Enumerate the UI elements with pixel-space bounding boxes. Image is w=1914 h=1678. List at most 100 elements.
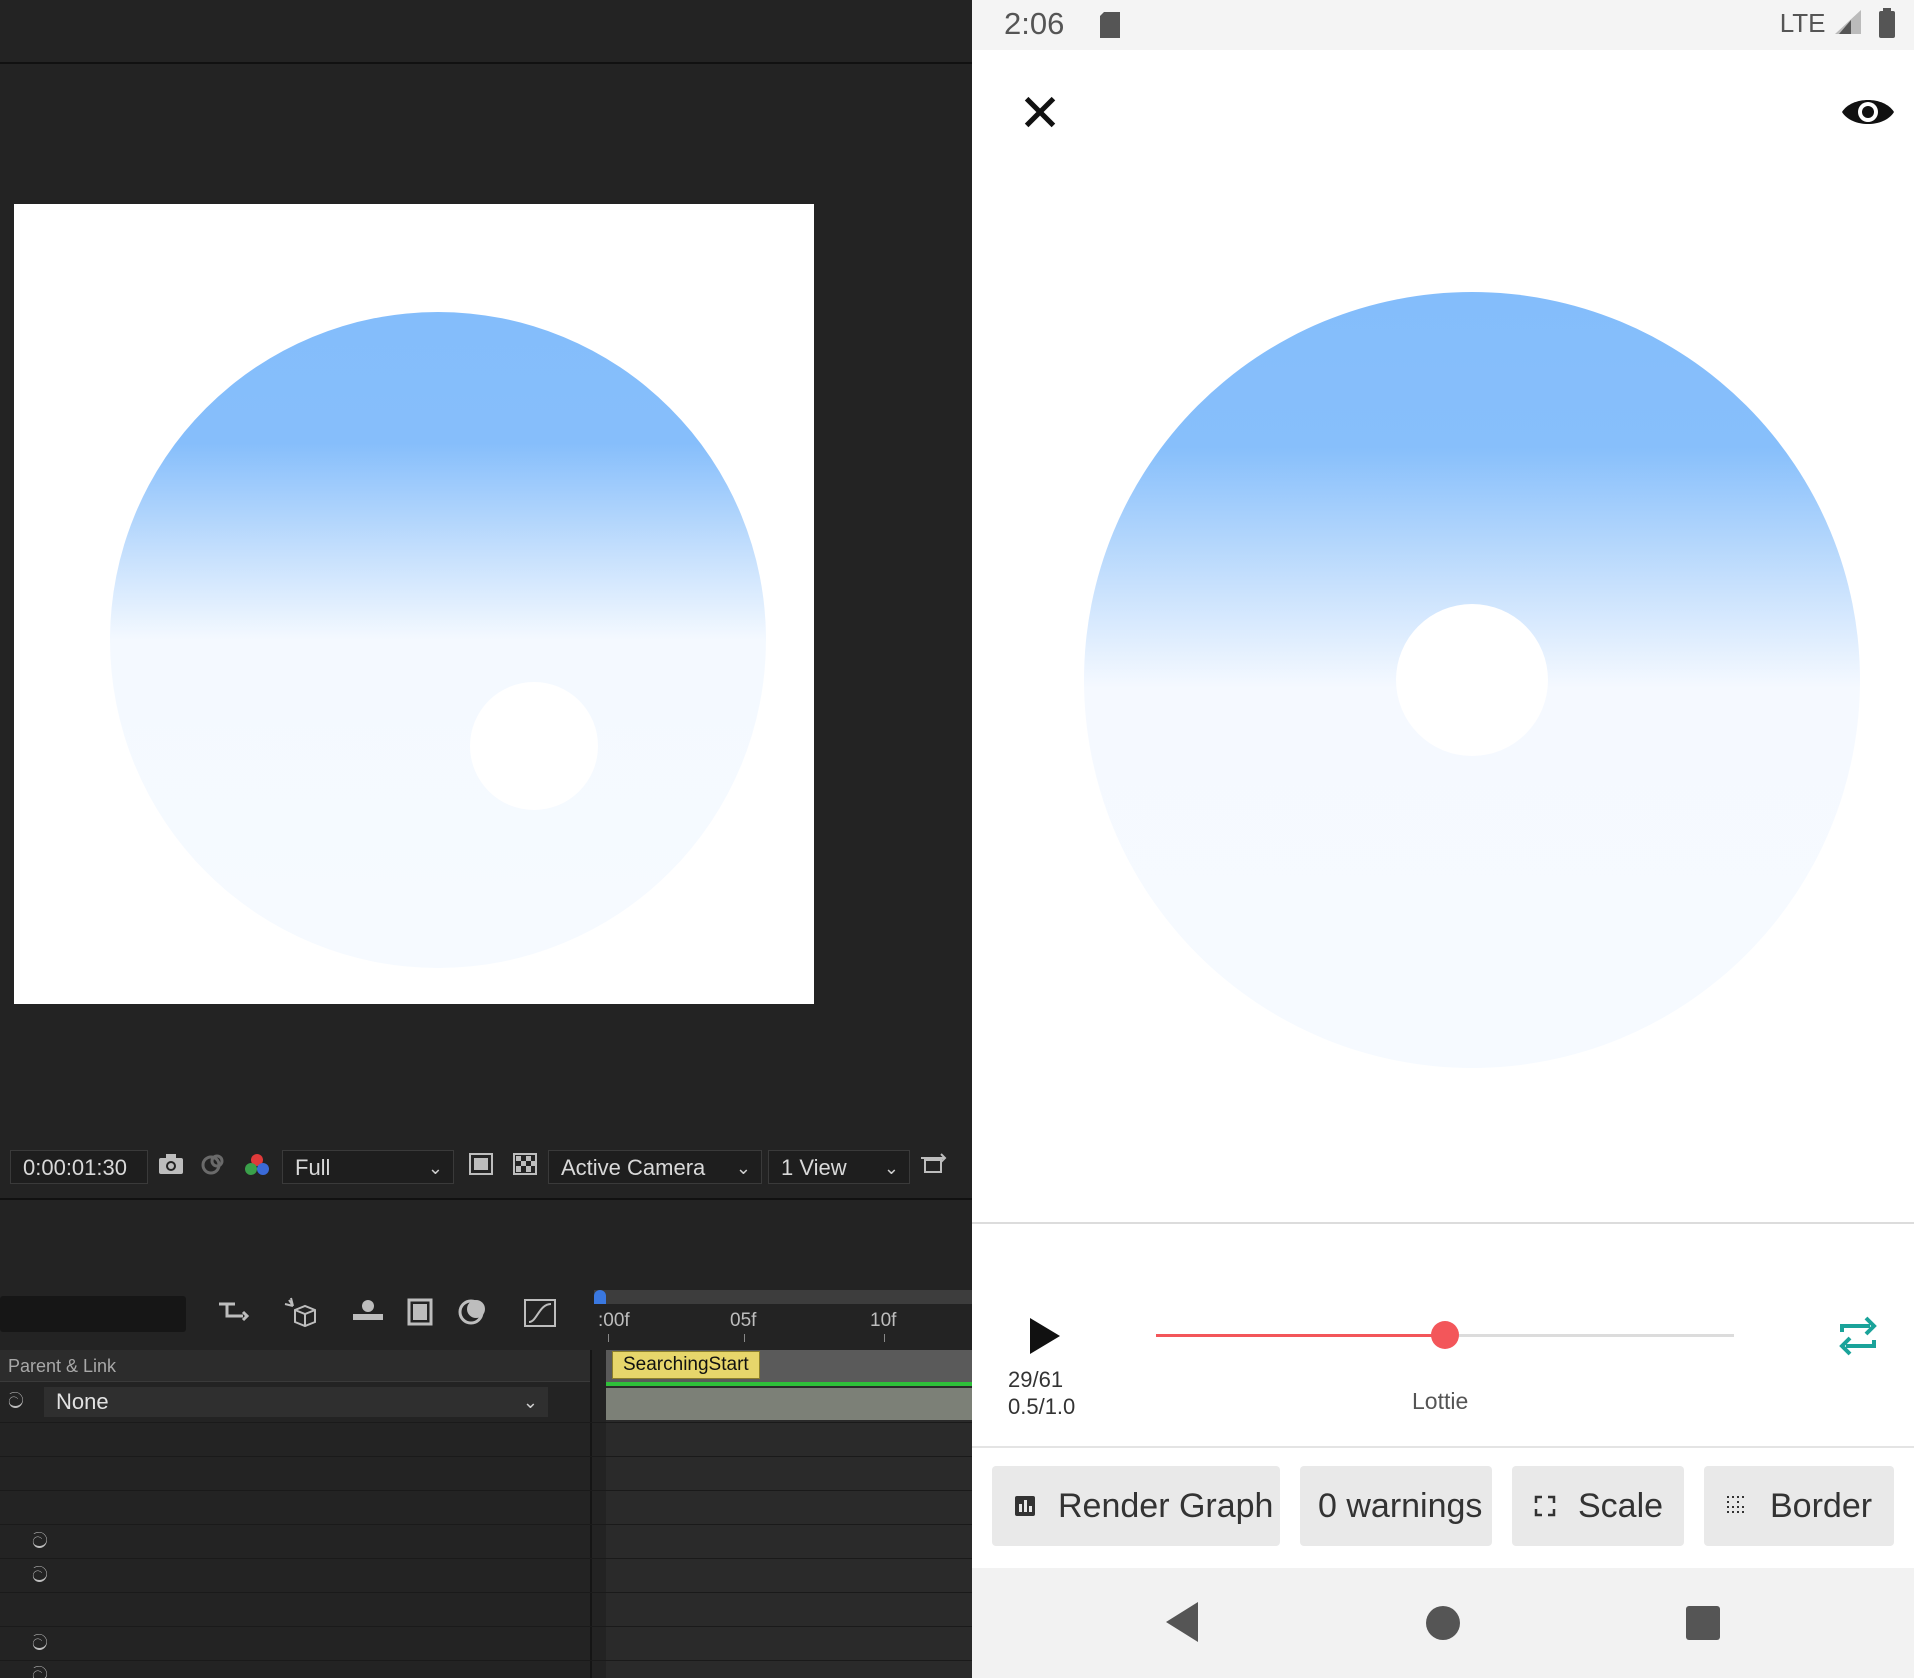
marker-row: SearchingStart (606, 1350, 972, 1382)
chip-label: Scale (1578, 1487, 1664, 1525)
row-divider (0, 1490, 972, 1491)
row-divider (0, 1592, 972, 1593)
composition-canvas[interactable] (14, 204, 814, 1004)
status-time: 2:06 (1004, 6, 1065, 41)
pick-whip-icon[interactable]: ට (8, 1388, 24, 1414)
parent-value: None (56, 1389, 109, 1414)
tick-mark (608, 1334, 609, 1342)
row-divider (0, 1660, 972, 1661)
seek-bar-progress (1156, 1334, 1445, 1337)
pick-whip-icon[interactable]: ට (32, 1630, 48, 1656)
row-divider (0, 1422, 972, 1423)
transparency-grid-icon[interactable] (510, 1152, 540, 1182)
bar-chart-icon (1010, 1468, 1040, 1548)
after-effects-panel: 0:00:01:30 Full ⌄ Active Camera ⌄ 1 View… (0, 0, 972, 1678)
layer-track-area[interactable]: SearchingStart (606, 1350, 972, 1678)
draft-3d-icon[interactable] (282, 1296, 318, 1332)
control-chips: Render Graph 0 warnings Scale Border (972, 1448, 1914, 1568)
toggle-view-icon[interactable] (918, 1152, 948, 1182)
motion-blur-icon[interactable] (456, 1296, 492, 1332)
disc-center-hole (1396, 604, 1548, 756)
layer-search-input[interactable] (0, 1296, 186, 1332)
chevron-down-icon: ⌄ (735, 1158, 751, 1178)
region-of-interest-icon[interactable] (466, 1152, 496, 1182)
row-divider (0, 1558, 972, 1559)
frame-counter: 29/61 (1008, 1367, 1064, 1392)
repeat-icon[interactable] (1834, 1312, 1882, 1360)
eye-icon[interactable] (1840, 92, 1896, 132)
layer-row[interactable]: ට None ⌄ (0, 1386, 590, 1418)
home-icon[interactable] (1426, 1606, 1460, 1640)
camera-snapshot-icon[interactable] (156, 1152, 186, 1182)
back-icon[interactable] (1166, 1602, 1198, 1642)
gradient-disc (110, 312, 766, 968)
frame-blending-icon[interactable] (402, 1296, 438, 1332)
lottie-animation-view[interactable] (1084, 292, 1860, 1068)
comp-flowchart-icon[interactable] (216, 1296, 252, 1332)
pick-whip-icon[interactable]: ට (32, 1528, 48, 1554)
app-bar: ✕ (972, 50, 1914, 180)
battery-icon (1879, 8, 1895, 38)
sd-card-icon (1098, 10, 1122, 45)
row-divider (0, 1456, 972, 1457)
camera-dropdown[interactable]: Active Camera ⌄ (548, 1150, 762, 1184)
frame-info: 29/61 0.5/1.0 (1008, 1366, 1075, 1420)
chip-label: Render Graph (1058, 1487, 1274, 1525)
resolution-value: Full (295, 1155, 331, 1180)
disc-center-hole (470, 682, 598, 810)
tick-label: 05f (730, 1310, 757, 1331)
resolution-dropdown[interactable]: Full ⌄ (282, 1150, 454, 1184)
pick-whip-icon[interactable]: ට (32, 1662, 48, 1678)
chevron-down-icon: ⌄ (427, 1158, 443, 1178)
scale-chip[interactable]: Scale (1512, 1466, 1684, 1546)
views-dropdown[interactable]: 1 View ⌄ (768, 1150, 910, 1184)
composition-tab-bar (0, 0, 972, 64)
navigation-bar (972, 1568, 1914, 1678)
tick-label: :00f (598, 1310, 630, 1331)
network-type: LTE (1779, 8, 1826, 38)
graph-editor-icon[interactable] (522, 1296, 558, 1332)
comp-marker-label[interactable]: SearchingStart (612, 1351, 760, 1379)
tick-mark (744, 1334, 745, 1342)
pick-whip-icon[interactable]: ට (32, 1562, 48, 1588)
row-divider (0, 1524, 972, 1525)
progress-readout: 0.5/1.0 (1008, 1394, 1076, 1419)
current-time-indicator[interactable] (594, 1290, 606, 1304)
layer-duration-bar[interactable] (606, 1388, 972, 1420)
timecode-field[interactable]: 0:00:01:30 (10, 1150, 148, 1184)
chip-label: 0 warnings (1318, 1487, 1483, 1525)
signal-icon (1834, 10, 1861, 34)
tick-mark (884, 1334, 885, 1342)
border-chip[interactable]: Border (1704, 1466, 1894, 1546)
android-screen: 2:06 LTE ✕ 29/61 0.5/1.0 Lottie Render G… (972, 0, 1914, 1678)
timeline-divider[interactable] (590, 1350, 592, 1678)
divider (972, 1222, 1914, 1224)
seek-bar-thumb[interactable] (1431, 1321, 1459, 1349)
work-area-bar[interactable] (594, 1290, 972, 1304)
work-area-indicator (606, 1382, 972, 1386)
chevron-down-icon: ⌄ (883, 1158, 899, 1178)
render-graph-chip[interactable]: Render Graph (992, 1466, 1280, 1546)
animation-name: Lottie (1412, 1388, 1469, 1414)
views-value: 1 View (781, 1155, 847, 1180)
seek-bar[interactable] (1156, 1321, 1734, 1349)
row-divider (0, 1626, 972, 1627)
chip-label: Border (1770, 1487, 1873, 1525)
shy-layers-icon[interactable] (350, 1296, 386, 1332)
time-ruler[interactable]: :00f 05f 10f (594, 1290, 972, 1344)
recents-icon[interactable] (1686, 1606, 1720, 1640)
border-grid-icon (1722, 1468, 1752, 1548)
status-right: LTE (1780, 8, 1896, 39)
close-icon[interactable]: ✕ (1016, 88, 1064, 140)
play-icon[interactable] (1030, 1318, 1060, 1354)
parent-link-column-header: Parent & Link (0, 1350, 590, 1382)
camera-value: Active Camera (561, 1155, 706, 1180)
warnings-chip[interactable]: 0 warnings (1300, 1466, 1492, 1546)
parent-dropdown[interactable]: None ⌄ (44, 1387, 548, 1417)
chevron-down-icon: ⌄ (522, 1392, 538, 1412)
color-channels-icon[interactable] (242, 1152, 272, 1182)
timeline-panel: :00f 05f 10f Parent & Link ට None ⌄ Sear… (0, 1198, 972, 1678)
viewer-toolbar: 0:00:01:30 Full ⌄ Active Camera ⌄ 1 View… (0, 1144, 972, 1192)
show-snapshot-icon[interactable] (198, 1152, 228, 1182)
tick-label: 10f (870, 1310, 897, 1331)
